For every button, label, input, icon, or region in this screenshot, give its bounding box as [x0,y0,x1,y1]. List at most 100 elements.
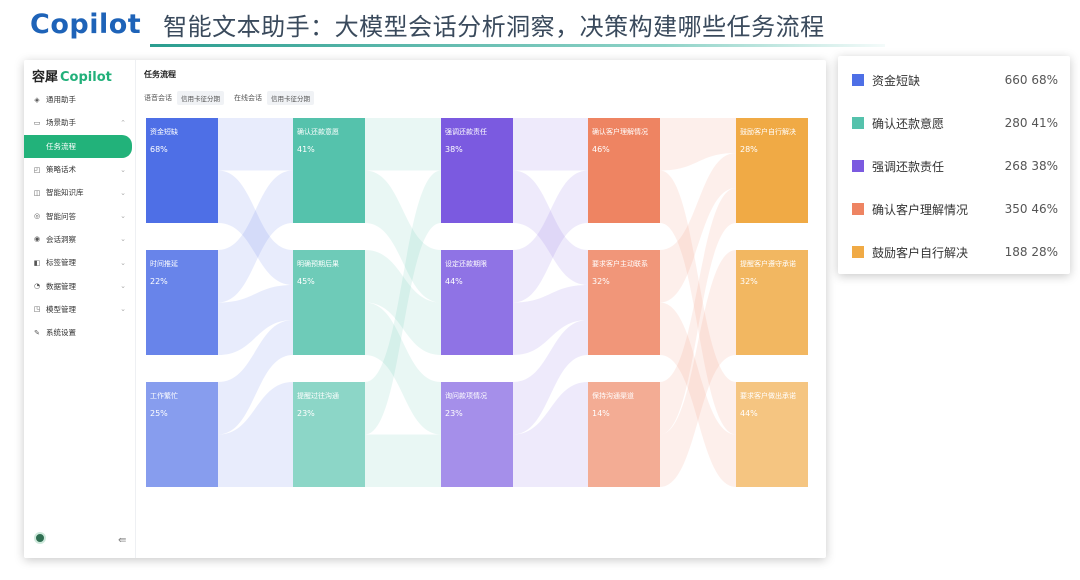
sidebar-item-6[interactable]: ◉ 会话洞察 ⌄ [24,228,136,251]
sankey-node-label: 强调还款责任 [445,127,487,136]
legend-item: 强调还款责任 268 38% [852,156,1058,176]
legend-name: 资金短缺 [872,73,921,88]
sankey-node-label: 鼓励客户自行解决 [740,127,796,136]
sidebar-item-1[interactable]: ▭ 场景助手 ⌃ [24,111,136,134]
chevron-down-icon[interactable]: ⌄ [120,259,126,267]
legend-count: 280 [1004,116,1028,130]
sidebar-item-9[interactable]: ◳ 模型管理 ⌄ [24,298,136,321]
sankey-node-0-1[interactable]: 时间推延 22% [146,250,218,355]
sankey-link-2-0[interactable] [513,118,588,171]
legend-item: 确认还款意愿 280 41% [852,113,1058,133]
sankey-node-4-1[interactable]: 提醒客户遵守承诺 32% [736,250,808,355]
sankey-chart: 资金短缺 68% 时间推延 22% 工作繁忙 25% 确认还款意愿 41% 明确预期后果 45% 提… [146,118,808,488]
sankey-node-label: 设定还款期限 [445,259,487,268]
sankey-node-2-0[interactable]: 强调还款责任 38% [441,118,513,223]
sidebar-item-label: 标签管理 [46,258,76,268]
sankey-link-0-0[interactable] [218,118,293,171]
sankey-node-3-0[interactable]: 确认客户理解情况 46% [588,118,660,223]
chevron-down-icon[interactable]: ⌄ [120,305,126,313]
sankey-node-percent: 22% [150,277,168,286]
legend-item: 鼓励客户自行解决 188 28% [852,242,1058,262]
sankey-node-percent: 45% [297,277,315,286]
sankey-node-percent: 25% [150,409,168,418]
sankey-node-label: 工作繁忙 [150,391,178,400]
legend-name: 确认客户理解情况 [872,202,969,217]
sidebar-item-8[interactable]: ◔ 数据管理 ⌄ [24,274,136,297]
sidebar-item-label: 系统设置 [46,328,76,338]
sankey-link-1-5[interactable] [365,434,441,488]
data-icon: ◔ [33,282,41,291]
sankey-link-1-0[interactable] [365,118,441,171]
chevron-down-icon[interactable]: ⌄ [120,212,126,220]
sidebar-item-label: 智能问答 [46,211,76,221]
sidebar-subitem-2[interactable]: 任务流程 [24,134,132,158]
sankey-node-percent: 44% [740,409,758,418]
sankey-node-label: 提醒客户遵守承诺 [740,259,796,268]
legend-percent: 38% [1031,159,1058,173]
sankey-node-label: 要求客户做出承诺 [740,391,796,400]
sankey-node-2-1[interactable]: 设定还款期限 44% [441,250,513,355]
sankey-node-percent: 23% [445,409,463,418]
sidebar-item-label: 数据管理 [46,281,76,291]
sankey-node-percent: 41% [297,145,315,154]
brand-logo: Copilot [30,8,142,40]
sankey-node-3-2[interactable]: 保持沟通渠道 14% [588,382,660,487]
sidebar-item-0[interactable]: ◈ 通用助手 [24,88,136,111]
sankey-node-label: 时间推延 [150,259,178,268]
legend-item: 确认客户理解情况 350 46% [852,199,1058,219]
legend-swatch [852,74,864,86]
sankey-node-1-0[interactable]: 确认还款意愿 41% [293,118,365,223]
layers-icon: ◈ [34,95,40,104]
app-logo[interactable]: 容犀 Copilot [32,66,112,85]
sidebar-item-label: 通用助手 [46,95,76,105]
legend-value: 268 38% [1005,159,1058,173]
sankey-node-percent: 32% [740,277,758,286]
legend-count: 268 [1004,159,1028,173]
sankey-node-percent: 28% [740,145,758,154]
sankey-node-3-1[interactable]: 要求客户主动联系 32% [588,250,660,355]
legend-percent: 46% [1031,202,1058,216]
chevron-down-icon[interactable]: ⌄ [120,235,126,243]
sidebar-item-4[interactable]: ◫ 智能知识库 ⌄ [24,181,136,204]
sankey-node-percent: 44% [445,277,463,286]
model-icon: ◳ [33,305,41,314]
sankey-node-percent: 68% [150,145,168,154]
sankey-node-0-2[interactable]: 工作繁忙 25% [146,382,218,487]
legend-name: 确认还款意愿 [872,116,945,131]
legend-swatch [852,117,864,129]
sidebar-item-7[interactable]: ◧ 标签管理 ⌄ [24,251,136,274]
sidebar-item-label: 场景助手 [46,118,76,128]
sankey-node-1-2[interactable]: 提醒过往沟通 23% [293,382,365,487]
chevron-up-icon[interactable]: ⌃ [120,119,126,127]
book-icon: ◫ [33,188,41,197]
sidebar-item-10[interactable]: ✎ 系统设置 [24,321,136,344]
sidebar-menu: ◈ 通用助手 ▭ 场景助手 ⌃ 任务流程 ◰ 策略话术 ⌄ ◫ 智能知识库 ⌄ ◎ 智能问答 ⌄ ◉ 会话洞察 ⌄… [24,88,136,344]
avatar[interactable] [34,532,46,544]
chevron-down-icon[interactable]: ⌄ [120,166,126,174]
sankey-node-4-2[interactable]: 要求客户做出承诺 44% [736,382,808,487]
legend-count: 660 [1004,73,1028,87]
sankey-node-2-2[interactable]: 询问款项情况 23% [441,382,513,487]
sidebar-item-5[interactable]: ◎ 智能问答 ⌄ [24,204,136,227]
legend-percent: 41% [1031,116,1058,130]
chevron-down-icon[interactable]: ⌄ [120,282,126,290]
sankey-node-0-0[interactable]: 资金短缺 68% [146,118,218,223]
collapse-sidebar-icon[interactable]: ⇚ [118,535,126,546]
sankey-node-1-1[interactable]: 明确预期后果 45% [293,250,365,355]
sankey-node-percent: 23% [297,409,315,418]
sankey-node-4-0[interactable]: 鼓励客户自行解决 28% [736,118,808,223]
legend-name: 强调还款责任 [872,159,945,174]
sankey-node-label: 确认客户理解情况 [592,127,648,136]
main-content: 任务流程 语音会话 信用卡征分期 在线会话 信用卡征分期 资金短缺 68% 时间推延… [136,60,826,558]
chat-icon: ◰ [33,165,41,174]
sidebar-item-label: 智能知识库 [46,188,84,198]
legend-value: 660 68% [1005,73,1058,87]
legend-swatch [852,246,864,258]
legend-percent: 68% [1031,73,1058,87]
logo-text-cn: 容犀 [32,70,59,85]
chevron-down-icon[interactable]: ⌄ [120,189,126,197]
sankey-node-label: 资金短缺 [150,127,178,136]
sankey-node-percent: 32% [592,277,610,286]
legend-swatch [852,160,864,172]
sidebar-item-3[interactable]: ◰ 策略话术 ⌄ [24,158,136,181]
